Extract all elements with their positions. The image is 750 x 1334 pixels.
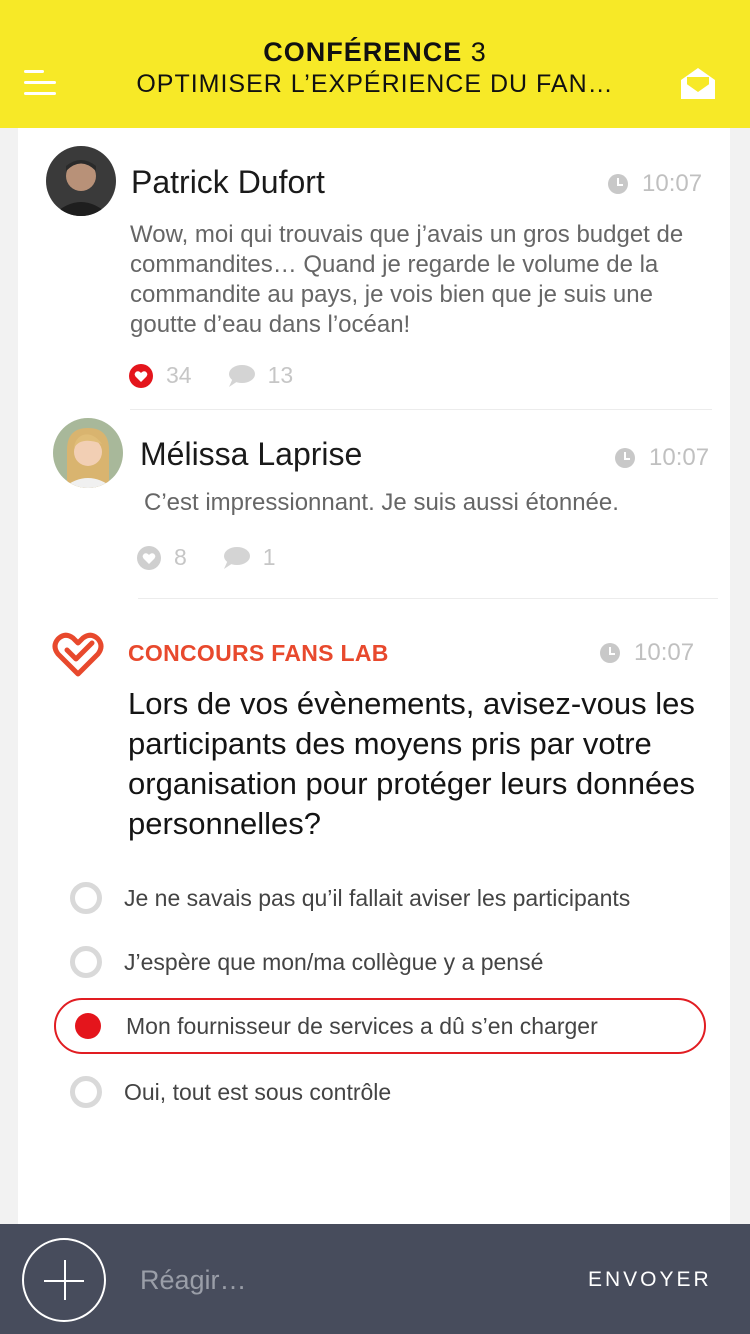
poll-option-label: Je ne savais pas qu’il fallait aviser le… bbox=[124, 884, 631, 911]
comment-icon[interactable] bbox=[226, 364, 256, 388]
add-button[interactable] bbox=[22, 1238, 106, 1322]
radio-button[interactable] bbox=[70, 1076, 102, 1108]
post-author[interactable]: Patrick Dufort bbox=[131, 164, 325, 201]
conference-label: CONFÉRENCE bbox=[263, 37, 463, 67]
hamburger-menu-icon[interactable] bbox=[24, 70, 56, 96]
contest-time: 10:07 bbox=[600, 639, 694, 667]
poll-option[interactable]: J’espère que mon/ma collègue y a pensé bbox=[54, 934, 706, 990]
heart-icon[interactable] bbox=[136, 545, 162, 571]
poll-option[interactable]: Oui, tout est sous contrôle bbox=[54, 1064, 706, 1120]
poll-option-label: Mon fournisseur de services a dû s’en ch… bbox=[126, 1012, 598, 1039]
send-button[interactable]: ENVOYER bbox=[588, 1268, 712, 1292]
open-envelope-icon[interactable] bbox=[680, 66, 716, 100]
radio-button[interactable] bbox=[70, 946, 102, 978]
post-author[interactable]: Mélissa Laprise bbox=[140, 436, 362, 473]
app-header: CONFÉRENCE 3 OPTIMISER L’EXPÉRIENCE DU F… bbox=[0, 0, 750, 128]
message-feed: Patrick Dufort 10:07 Wow, moi qui trouva… bbox=[18, 128, 730, 1224]
clock-icon bbox=[615, 448, 635, 468]
contest-label: CONCOURS FANS LAB bbox=[128, 640, 389, 666]
avatar[interactable] bbox=[53, 418, 123, 488]
post-text: Wow, moi qui trouvais que j’avais un gro… bbox=[130, 221, 684, 338]
contest-question: Lors de vos évènements, avisez-vous les … bbox=[128, 686, 695, 841]
post-stats: 8 1 bbox=[136, 544, 310, 571]
poll-option-label: J’espère que mon/ma collègue y a pensé bbox=[124, 948, 544, 975]
post-time: 10:07 bbox=[608, 170, 702, 198]
divider bbox=[138, 598, 718, 599]
post-stats: 34 13 bbox=[128, 362, 327, 389]
like-count: 8 bbox=[174, 544, 187, 570]
poll-option[interactable]: Je ne savais pas qu’il fallait aviser le… bbox=[54, 870, 706, 926]
page-title: CONFÉRENCE 3 OPTIMISER L’EXPÉRIENCE DU F… bbox=[80, 36, 670, 100]
post-text: C’est impressionnant. Je suis aussi éton… bbox=[144, 489, 619, 516]
like-count: 34 bbox=[166, 362, 192, 388]
avatar[interactable] bbox=[46, 146, 116, 216]
conference-subtitle: OPTIMISER L’EXPÉRIENCE DU FAN… bbox=[136, 70, 614, 98]
poll-option-label: Oui, tout est sous contrôle bbox=[124, 1078, 392, 1105]
comment-icon[interactable] bbox=[221, 546, 251, 570]
composer-bar: ENVOYER bbox=[0, 1224, 750, 1334]
radio-button[interactable] bbox=[70, 882, 102, 914]
comment-count: 1 bbox=[262, 544, 276, 570]
react-input[interactable] bbox=[140, 1260, 540, 1300]
contest-time-label: 10:07 bbox=[634, 639, 695, 666]
poll-option-selected[interactable]: Mon fournisseur de services a dû s’en ch… bbox=[54, 998, 706, 1054]
post-time-label: 10:07 bbox=[649, 444, 710, 471]
post-time-label: 10:07 bbox=[642, 170, 703, 197]
post-time: 10:07 bbox=[615, 444, 709, 472]
conference-number: 3 bbox=[470, 37, 487, 67]
radio-button-selected[interactable] bbox=[75, 1013, 101, 1039]
clock-icon bbox=[600, 643, 620, 663]
divider bbox=[130, 409, 712, 410]
fans-lab-heart-logo-icon bbox=[52, 632, 104, 677]
heart-icon[interactable] bbox=[128, 363, 154, 389]
comment-count: 13 bbox=[267, 362, 294, 388]
clock-icon bbox=[608, 174, 628, 194]
